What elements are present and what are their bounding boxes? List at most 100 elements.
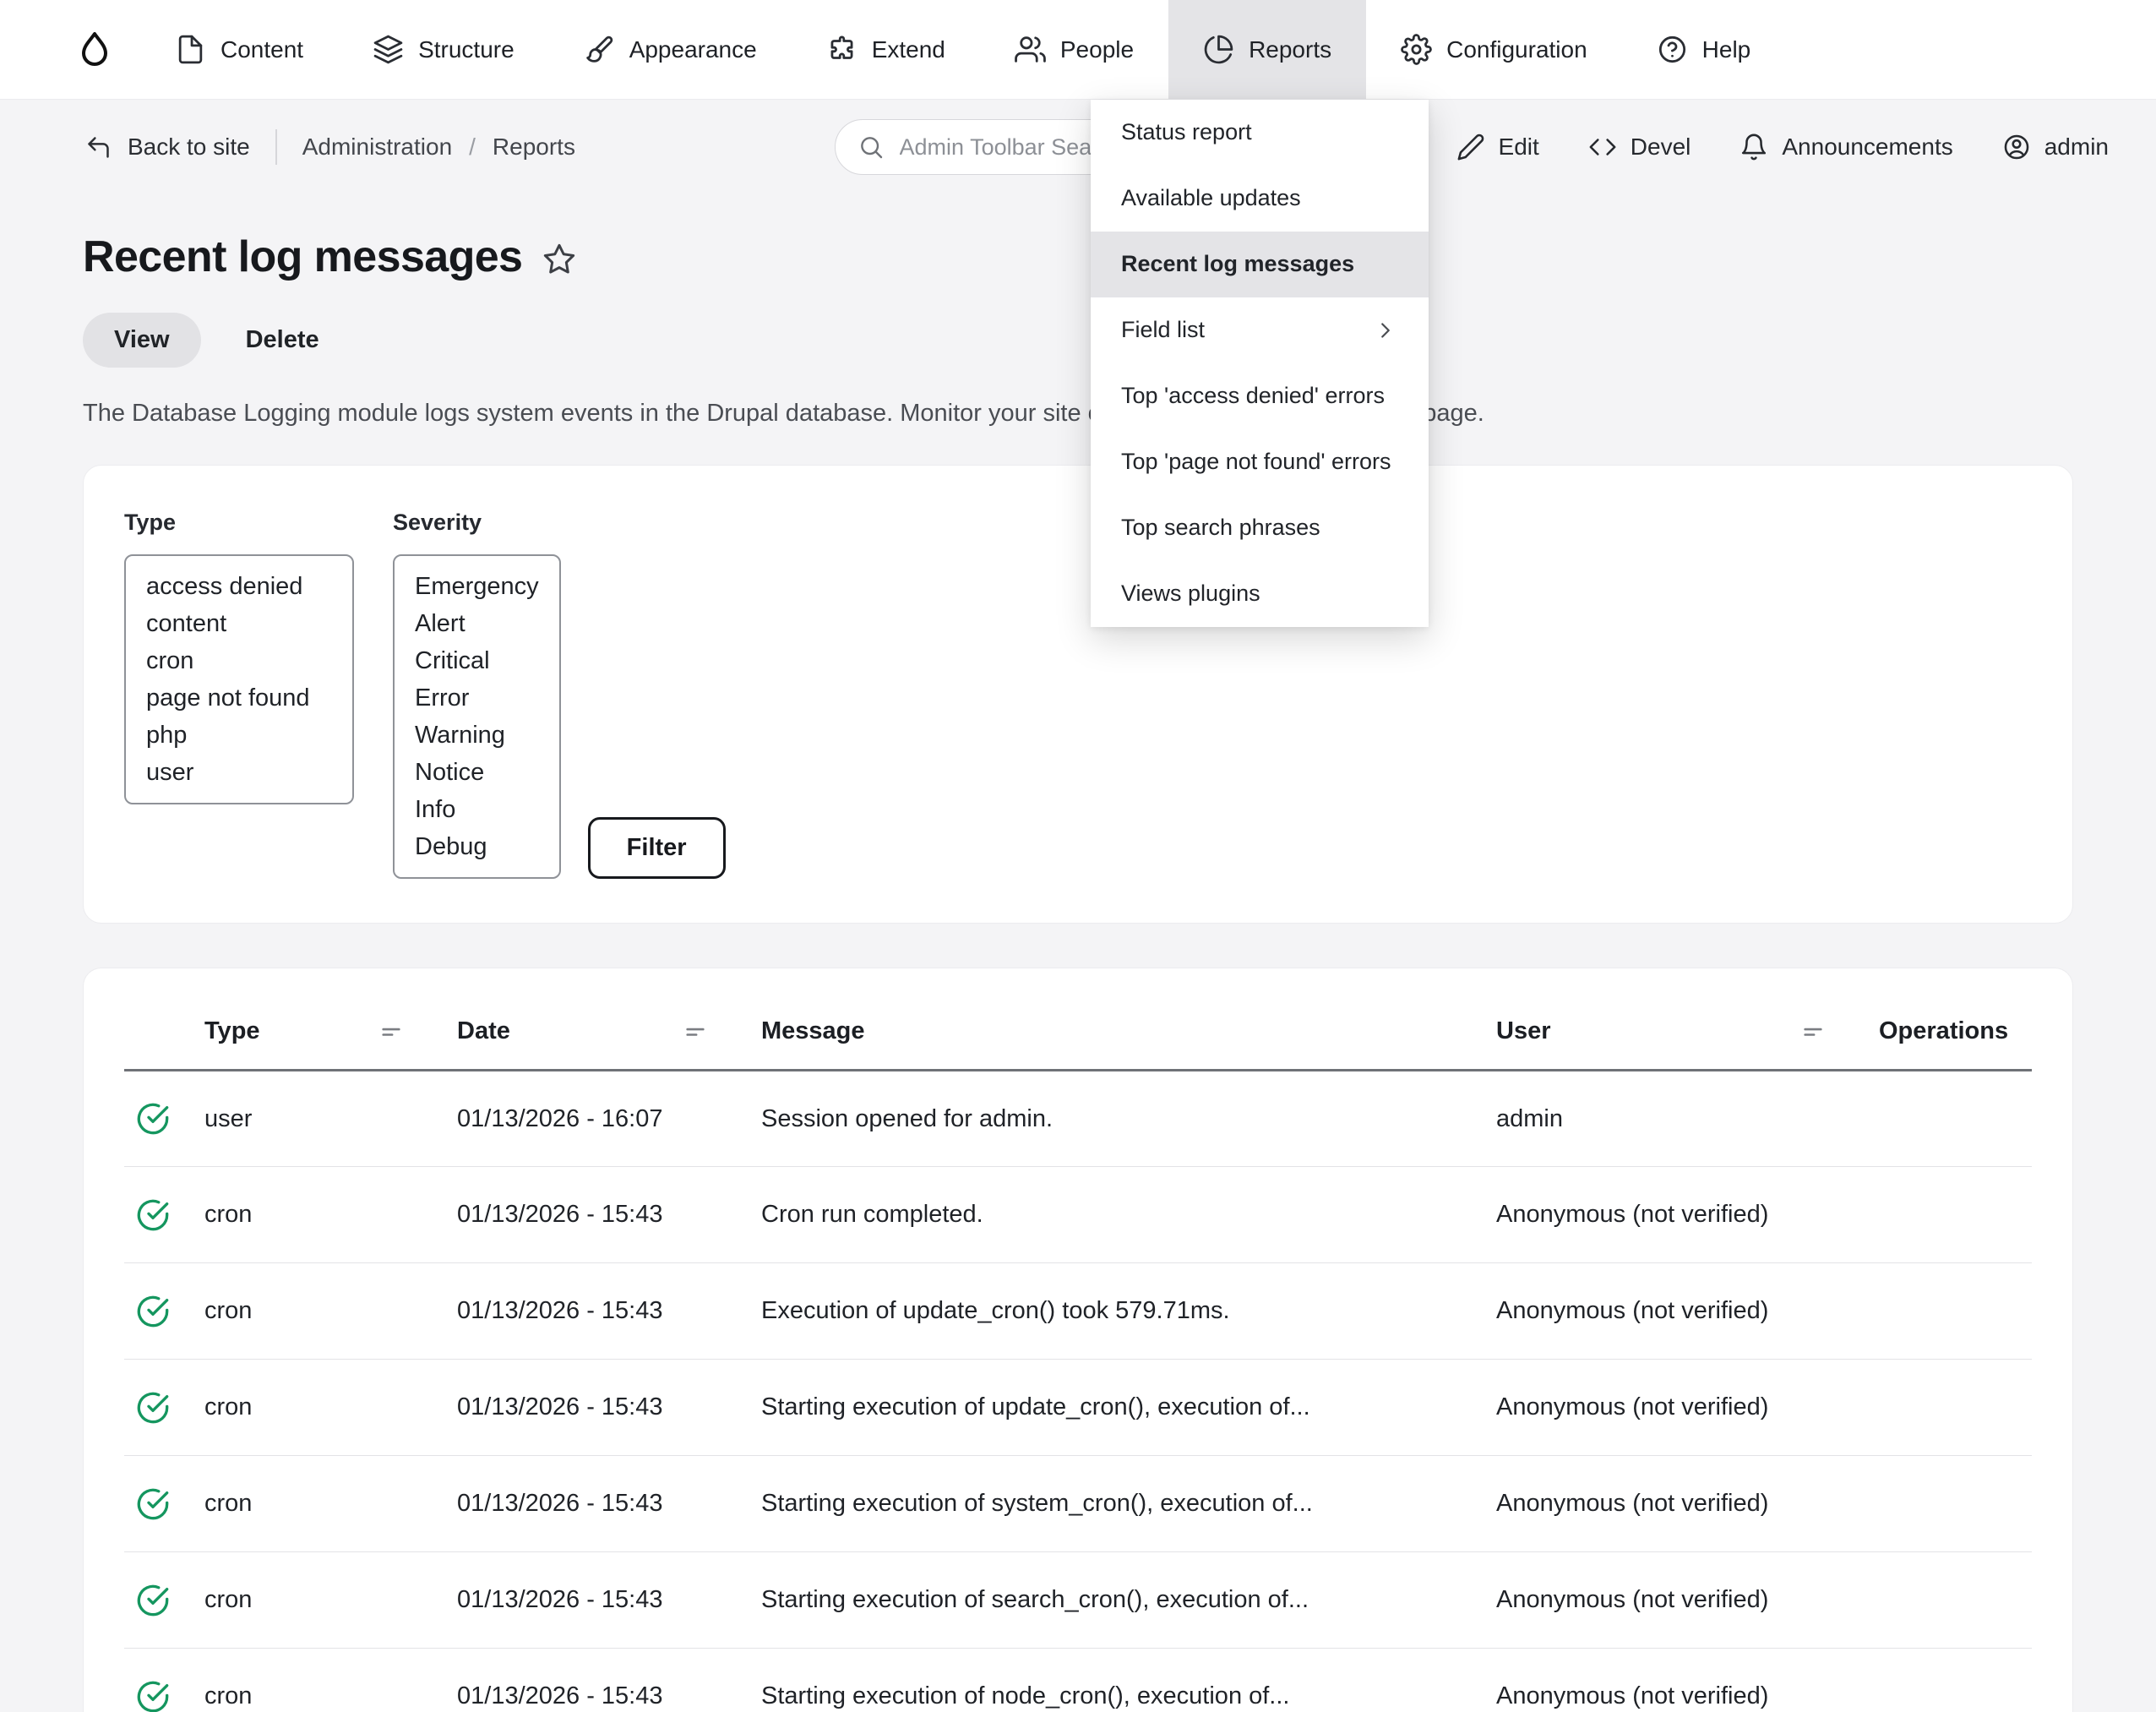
menu-item-top-page-not-found[interactable]: Top 'page not found' errors — [1091, 429, 1429, 495]
announcements-action[interactable]: Announcements — [1740, 133, 1952, 161]
sort-icon — [1801, 1020, 1825, 1044]
type-option[interactable]: php — [146, 717, 332, 754]
type-filter-group: Type access denied content cron page not… — [124, 510, 354, 804]
back-to-site-link[interactable]: Back to site — [84, 134, 250, 161]
menu-item-top-search-phrases[interactable]: Top search phrases — [1091, 495, 1429, 561]
log-operations — [1879, 1360, 2032, 1456]
toolbar-item-label: People — [1060, 36, 1134, 63]
toolbar-item-label: Content — [220, 36, 303, 63]
page-description: The Database Logging module logs system … — [83, 400, 1772, 428]
sort-icon — [683, 1020, 707, 1044]
toolbar-item-label: Configuration — [1446, 36, 1587, 63]
log-message[interactable]: Session opened for admin. — [761, 1071, 1496, 1167]
log-operations — [1879, 1071, 2032, 1167]
log-type: cron — [204, 1649, 457, 1712]
gear-icon — [1401, 34, 1432, 65]
file-icon — [175, 34, 206, 65]
type-filter-listbox[interactable]: access denied content cron page not foun… — [124, 554, 354, 804]
toolbar-item-help[interactable]: Help — [1622, 0, 1786, 99]
admin-account-action[interactable]: admin — [2002, 133, 2109, 161]
search-icon — [858, 134, 885, 161]
menu-item-top-access-denied[interactable]: Top 'access denied' errors — [1091, 363, 1429, 429]
type-option[interactable]: cron — [146, 642, 332, 679]
severity-option[interactable]: Debug — [415, 828, 539, 865]
log-user: admin — [1496, 1071, 1879, 1167]
log-type: user — [204, 1071, 457, 1167]
admin-toolbar: Content Structure Appearance Extend Peop… — [0, 0, 2156, 100]
type-option[interactable]: access denied — [146, 568, 332, 605]
toolbar-item-label: Appearance — [629, 36, 757, 63]
chevron-right-icon — [1373, 318, 1398, 343]
admin-secondary-bar: Back to site Administration / Reports Ed… — [0, 100, 2156, 194]
puzzle-icon — [826, 34, 858, 65]
toolbar-item-content[interactable]: Content — [140, 0, 338, 99]
table-row: cron 01/13/2026 - 15:43 Cron run complet… — [124, 1167, 2032, 1263]
filter-submit-button[interactable]: Filter — [588, 817, 726, 879]
severity-option[interactable]: Info — [415, 791, 539, 828]
menu-item-recent-log-messages[interactable]: Recent log messages — [1091, 232, 1429, 297]
devel-action[interactable]: Devel — [1588, 133, 1691, 161]
type-filter-label: Type — [124, 510, 354, 536]
log-table-card: Type Date Message User — [83, 968, 2073, 1712]
severity-option[interactable]: Warning — [415, 717, 539, 754]
menu-item-views-plugins[interactable]: Views plugins — [1091, 561, 1429, 627]
log-type: cron — [204, 1456, 457, 1552]
tab-view[interactable]: View — [83, 313, 201, 368]
user-column-header[interactable]: User — [1496, 997, 1879, 1071]
operations-column-header: Operations — [1879, 997, 2032, 1071]
log-date: 01/13/2026 - 15:43 — [457, 1552, 761, 1649]
menu-item-field-list[interactable]: Field list — [1091, 297, 1429, 363]
page-title: Recent log messages — [83, 232, 522, 282]
type-column-header[interactable]: Type — [204, 997, 457, 1071]
table-row: cron 01/13/2026 - 15:43 Execution of upd… — [124, 1263, 2032, 1360]
breadcrumb-reports[interactable]: Reports — [493, 134, 575, 161]
toolbar-item-structure[interactable]: Structure — [338, 0, 549, 99]
toolbar-item-configuration[interactable]: Configuration — [1366, 0, 1622, 99]
log-message[interactable]: Starting execution of node_cron(), execu… — [761, 1649, 1496, 1712]
severity-option[interactable]: Critical — [415, 642, 539, 679]
severity-option[interactable]: Notice — [415, 754, 539, 791]
toolbar-item-extend[interactable]: Extend — [792, 0, 980, 99]
edit-action[interactable]: Edit — [1456, 133, 1539, 161]
brush-icon — [584, 34, 615, 65]
log-user: Anonymous (not verified) — [1496, 1167, 1879, 1263]
log-type: cron — [204, 1263, 457, 1360]
date-column-header[interactable]: Date — [457, 997, 761, 1071]
type-option[interactable]: content — [146, 605, 332, 642]
tab-delete[interactable]: Delete — [215, 313, 351, 368]
toolbar-item-appearance[interactable]: Appearance — [549, 0, 792, 99]
severity-filter-group: Severity Emergency Alert Critical Error … — [393, 510, 561, 879]
edit-label: Edit — [1499, 134, 1539, 161]
log-message[interactable]: Starting execution of search_cron(), exe… — [761, 1552, 1496, 1649]
sort-icon — [379, 1020, 403, 1044]
severity-option[interactable]: Emergency — [415, 568, 539, 605]
log-message[interactable]: Starting execution of update_cron(), exe… — [761, 1360, 1496, 1456]
check-circle-icon — [136, 1295, 204, 1328]
toolbar-item-reports[interactable]: Reports — [1168, 0, 1366, 99]
menu-item-status-report[interactable]: Status report — [1091, 100, 1429, 166]
reports-dropdown-menu: Status report Available updates Recent l… — [1091, 100, 1429, 627]
layers-icon — [373, 34, 404, 65]
severity-option[interactable]: Error — [415, 679, 539, 717]
log-operations — [1879, 1263, 2032, 1360]
log-message[interactable]: Execution of update_cron() took 579.71ms… — [761, 1263, 1496, 1360]
severity-option[interactable]: Alert — [415, 605, 539, 642]
breadcrumb-administration[interactable]: Administration — [302, 134, 452, 161]
people-icon — [1015, 34, 1046, 65]
log-message[interactable]: Starting execution of system_cron(), exe… — [761, 1456, 1496, 1552]
breadcrumb-separator: / — [469, 134, 476, 161]
menu-item-available-updates[interactable]: Available updates — [1091, 166, 1429, 232]
type-option[interactable]: user — [146, 754, 332, 791]
type-option[interactable]: page not found — [146, 679, 332, 717]
divider — [275, 129, 277, 165]
drupal-logo-icon[interactable] — [74, 0, 115, 99]
table-row: user 01/13/2026 - 16:07 Session opened f… — [124, 1071, 2032, 1167]
log-type: cron — [204, 1360, 457, 1456]
star-icon[interactable] — [542, 243, 576, 276]
toolbar-item-label: Reports — [1249, 36, 1331, 63]
log-message[interactable]: Cron run completed. — [761, 1167, 1496, 1263]
log-type: cron — [204, 1167, 457, 1263]
toolbar-item-people[interactable]: People — [980, 0, 1168, 99]
severity-filter-listbox[interactable]: Emergency Alert Critical Error Warning N… — [393, 554, 561, 879]
log-operations — [1879, 1167, 2032, 1263]
